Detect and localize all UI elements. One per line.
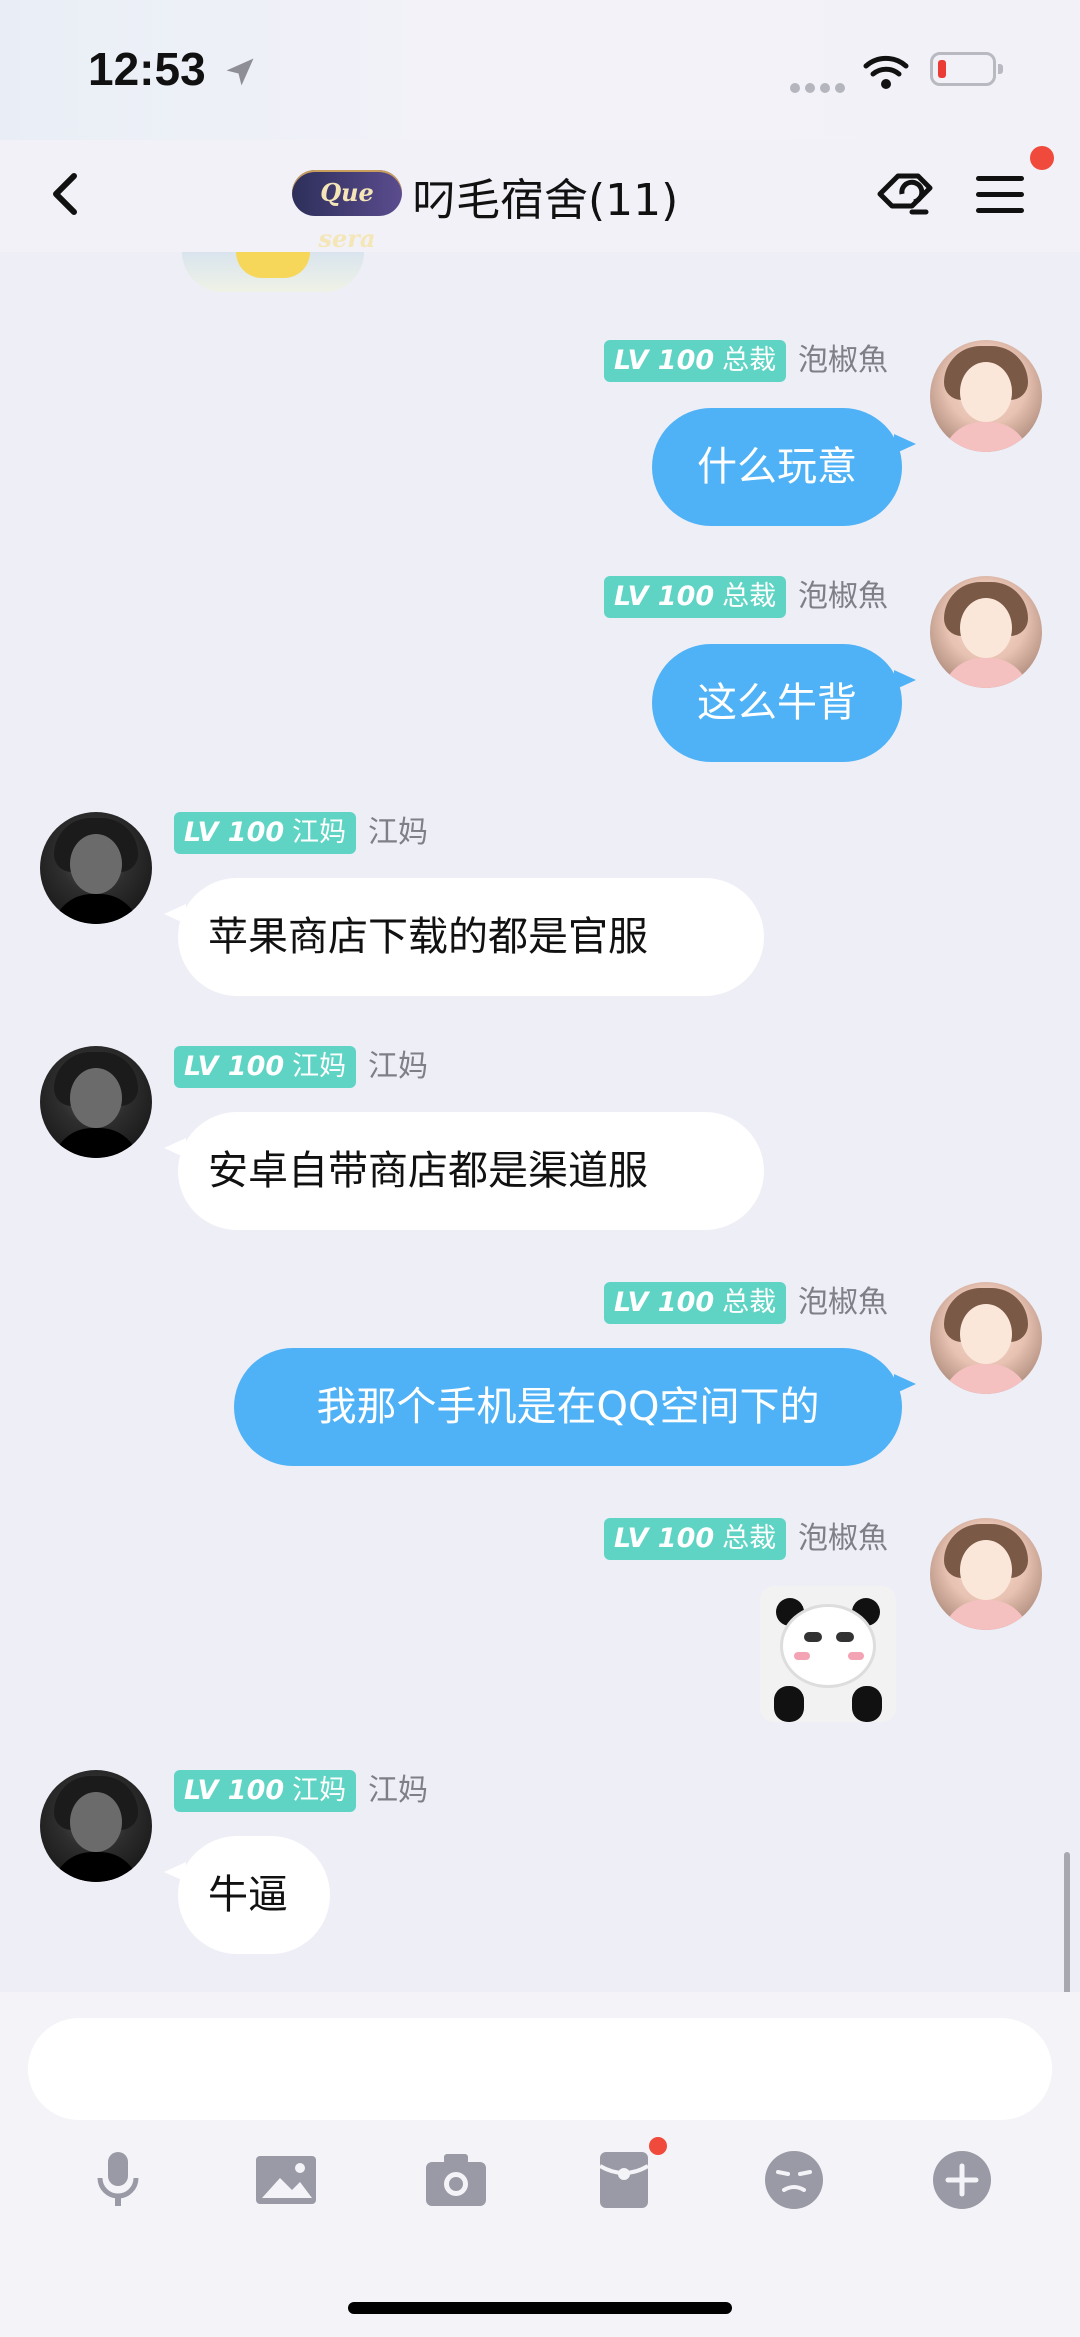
chat-title[interactable]: 叼毛宿舍(11) — [412, 164, 678, 228]
panda-sticker[interactable] — [760, 1586, 896, 1722]
microphone-icon[interactable] — [86, 2148, 150, 2212]
sender-name: 泡椒魚 — [798, 343, 888, 378]
message-list[interactable]: LV 100 总裁 泡椒魚 什么玩意 LV 100 总裁 泡椒魚 这么牛背 LV 1… — [0, 252, 1080, 2216]
status-bar: 12:53 — [0, 0, 1080, 140]
notification-dot — [1030, 146, 1054, 170]
message-bubble[interactable]: 安卓自带商店都是渠道服 — [164, 1112, 764, 1230]
location-arrow-icon — [226, 58, 254, 86]
red-packet-icon[interactable] — [592, 2148, 656, 2212]
menu-button[interactable] — [972, 166, 1030, 224]
message-bubble[interactable]: 苹果商店下载的都是官服 — [164, 878, 764, 996]
level-badge: LV 100 总裁 — [604, 340, 786, 382]
level-badge: LV 100 总裁 — [604, 576, 786, 618]
level-badge: LV 100 江妈 — [174, 1046, 356, 1088]
message-input[interactable] — [28, 2018, 1052, 2120]
image-icon[interactable] — [254, 2148, 318, 2212]
wifi-icon — [863, 55, 909, 89]
emoji-icon[interactable] — [762, 2148, 826, 2212]
sender-avatar[interactable] — [40, 1046, 152, 1158]
sender-name: 泡椒魚 — [798, 1285, 888, 1320]
sender-avatar[interactable] — [930, 1518, 1042, 1630]
sender-avatar[interactable] — [930, 1282, 1042, 1394]
share-ticket-icon[interactable] — [872, 164, 938, 226]
sender-avatar[interactable] — [40, 812, 152, 924]
notification-dot — [646, 2134, 670, 2158]
sender-name: 江妈 — [368, 1049, 428, 1084]
chat-header: Que sera 叼毛宿舍(11) — [0, 140, 1080, 253]
level-badge: LV 100 总裁 — [604, 1282, 786, 1324]
sender-name: 泡椒魚 — [798, 579, 888, 614]
back-button[interactable] — [36, 162, 96, 226]
sender-name: 泡椒魚 — [798, 1521, 888, 1556]
battery-icon — [930, 52, 1003, 86]
message-bubble[interactable]: 什么玩意 — [652, 408, 916, 526]
status-time: 12:53 — [88, 43, 206, 95]
sender-avatar[interactable] — [930, 340, 1042, 452]
chat-screen: 12:53 Que sera 叼毛宿舍(11) LV 100 总裁 泡椒魚 什么… — [0, 0, 1080, 2337]
message-bubble[interactable]: 我那个手机是在QQ空间下的 — [234, 1348, 916, 1466]
input-area — [0, 1992, 1080, 2337]
level-badge: LV 100 江妈 — [174, 812, 356, 854]
cellular-signal-icon — [790, 78, 850, 97]
group-logo-badge: Que sera — [292, 170, 402, 253]
plus-icon[interactable] — [930, 2148, 994, 2212]
sender-avatar[interactable] — [40, 1770, 152, 1882]
camera-icon[interactable] — [424, 2148, 488, 2212]
home-indicator[interactable] — [348, 2302, 732, 2314]
sender-name: 江妈 — [368, 1773, 428, 1808]
message-bubble[interactable]: 这么牛背 — [652, 644, 916, 762]
sticker-message-fragment — [182, 252, 364, 292]
level-badge: LV 100 总裁 — [604, 1518, 786, 1560]
message-bubble[interactable]: 牛逼 — [164, 1836, 330, 1954]
level-badge: LV 100 江妈 — [174, 1770, 356, 1812]
sender-name: 江妈 — [368, 815, 428, 850]
sender-avatar[interactable] — [930, 576, 1042, 688]
